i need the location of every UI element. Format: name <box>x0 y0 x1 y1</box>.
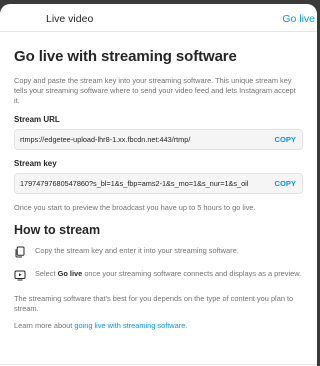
step-copy-key: Copy the stream key and enter it into yo… <box>14 246 303 260</box>
step-go-live-rest: once your streaming software connects an… <box>82 269 302 278</box>
step-go-live-bold: Go live <box>57 269 83 278</box>
page-title: Go live with streaming software <box>14 48 237 65</box>
bottom-divider <box>0 364 317 365</box>
copy-stream-key-button[interactable]: COPY <box>274 179 296 188</box>
live-video-panel: Live video Go live Go live with streamin… <box>0 4 317 366</box>
stream-key-field[interactable]: 17974797680547860?s_bl=1&s_fbp=ams2-1&s_… <box>14 173 303 194</box>
document-copy-icon <box>15 246 25 258</box>
stream-url-field[interactable]: rtmps://edgetee-upload-lhr8-1.xx.fbcdn.n… <box>14 129 303 150</box>
learn-more-prefix: Learn more about <box>14 321 75 330</box>
step-copy-text: Copy the stream key and enter it into yo… <box>35 246 239 255</box>
step-go-live: Select Go live once your streaming softw… <box>14 269 303 283</box>
copy-stream-url-button[interactable]: COPY <box>274 135 296 144</box>
learn-more-link[interactable]: going live with streaming software <box>74 321 185 330</box>
stream-url-label: Stream URL <box>14 115 60 124</box>
go-live-button[interactable]: Go live <box>282 13 315 25</box>
stream-key-label: Stream key <box>14 159 57 168</box>
software-paragraph: The streaming software that's best for y… <box>14 294 294 313</box>
panel-content: Go live with streaming software Copy and… <box>0 48 317 330</box>
panel-title: Live video <box>46 13 94 25</box>
panel-header: Live video Go live <box>0 4 317 32</box>
live-video-icon <box>14 270 26 281</box>
stream-url-value[interactable]: rtmps://edgetee-upload-lhr8-1.xx.fbcdn.n… <box>20 135 254 144</box>
learn-more-suffix: . <box>185 321 188 330</box>
stream-key-value[interactable]: 17974797680547860?s_bl=1&s_fbp=ams2-1&s_… <box>20 179 254 188</box>
step-go-live-text: Select Go live once your streaming softw… <box>35 269 303 279</box>
intro-text: Copy and paste the stream key into your … <box>14 76 296 105</box>
preview-note: Once you start to preview the broadcast … <box>14 203 256 212</box>
step-go-live-prefix: Select <box>35 269 58 278</box>
how-to-title: How to stream <box>14 223 101 237</box>
learn-more-text: Learn more about going live with streami… <box>14 321 303 330</box>
